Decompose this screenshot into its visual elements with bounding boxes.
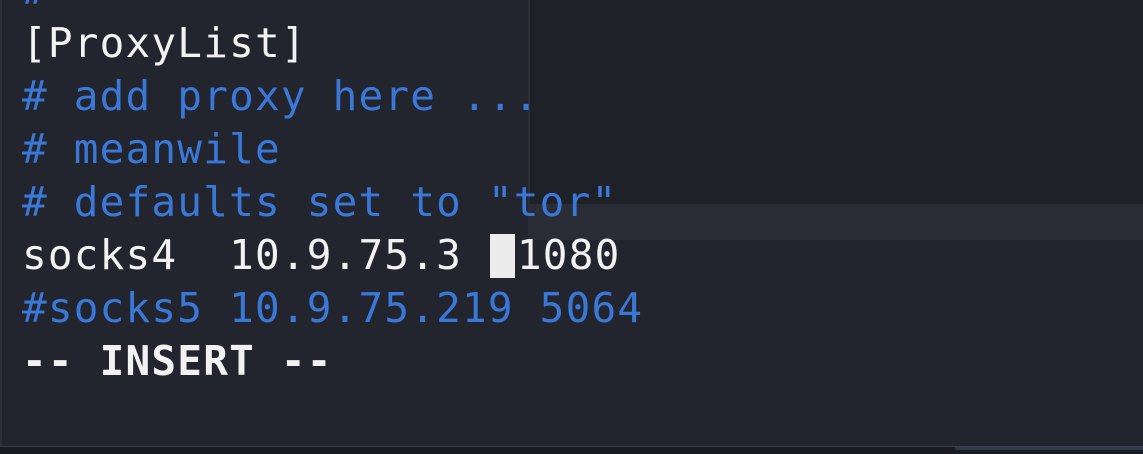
mode-indicator: -- INSERT -- <box>22 337 333 385</box>
window-bottom-accent <box>955 447 1143 450</box>
editor-text-area[interactable]: # [ProxyList] # add proxy here ... # mea… <box>22 0 643 388</box>
text-cursor <box>489 234 515 278</box>
editor-line-comment: # defaults set to "tor" <box>22 178 618 226</box>
terminal-window[interactable]: # [ProxyList] # add proxy here ... # mea… <box>0 0 1143 454</box>
editor-line-comment: #socks5 10.9.75.219 5064 <box>22 284 644 332</box>
editor-line-comment: # <box>22 0 643 17</box>
window-left-edge <box>0 0 2 454</box>
editor-line-comment: # add proxy here ... <box>22 72 540 120</box>
editor-line-comment: # meanwile <box>22 125 281 173</box>
active-line-text-after-cursor: 1080 <box>516 231 621 279</box>
active-line-text: socks4 10.9.75.3 <box>22 231 488 279</box>
editor-line-active: socks4 10.9.75.3 1080 <box>22 229 643 282</box>
editor-line-section-header: [ProxyList] <box>22 19 307 67</box>
